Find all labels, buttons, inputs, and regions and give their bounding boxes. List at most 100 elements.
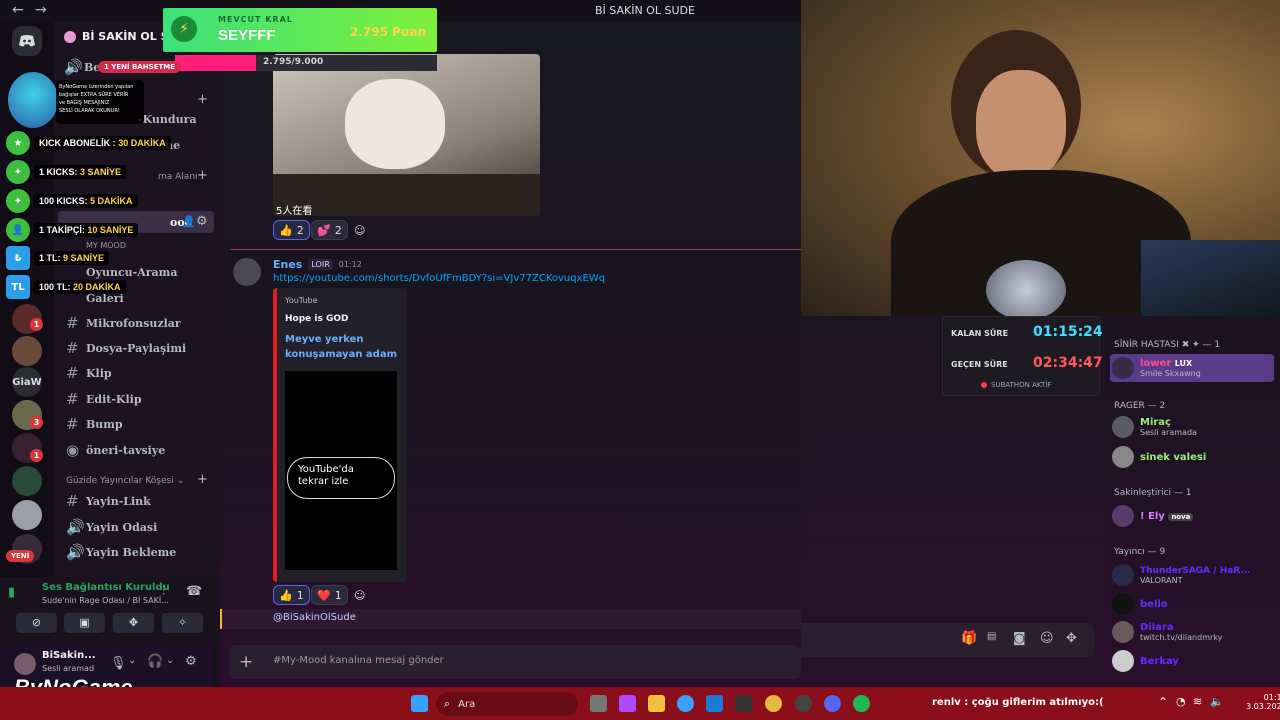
gear-icon[interactable]: ⚙ (185, 654, 197, 669)
username[interactable]: BiSakin... (42, 650, 96, 661)
channel-edit-klip[interactable]: # Edit-Klip (66, 388, 142, 410)
member-lower[interactable]: lower LUX Smile Skxawng (1112, 357, 1201, 379)
network-icon[interactable]: ◔ (1176, 695, 1186, 708)
member-ely[interactable]: ! Ely nova (1112, 505, 1194, 527)
author-name[interactable]: Enes (273, 258, 302, 271)
message-composer: + #My-Mood kanalına mesaj gönder (229, 645, 801, 679)
noise-suppression-icon[interactable]: ⫶ (162, 584, 165, 599)
add-reaction-icon[interactable]: ☺ (349, 585, 370, 605)
store-icon[interactable] (735, 695, 752, 712)
member-yayinci[interactable]: Dilara twitch.tv/dilandmrky (1112, 621, 1222, 643)
member-sinek-valesi[interactable]: sinek valesi (1112, 446, 1206, 468)
voice-status[interactable]: Ses Bağlantısı Kuruldu (42, 582, 170, 593)
discord-icon[interactable] (824, 695, 841, 712)
avatar (1112, 505, 1134, 527)
reaction-heart[interactable]: ❤️ 1 (311, 585, 348, 605)
member-mirac[interactable]: Miraç Sesli aramada (1112, 416, 1197, 438)
gear-icon[interactable]: ⚙ (196, 214, 208, 229)
spotify-icon[interactable] (853, 695, 870, 712)
plus-icon[interactable]: + (239, 652, 253, 672)
server-icon[interactable] (12, 336, 42, 366)
chrome-icon[interactable] (765, 695, 782, 712)
tray-chevron-icon[interactable]: ⌃ (1158, 695, 1168, 709)
member-yayinci[interactable]: Berkay (1112, 650, 1179, 672)
cat-face-shape (345, 79, 445, 169)
emoji-icon[interactable]: ☺ (1040, 631, 1054, 646)
category-partial[interactable]: ma Alanı (158, 172, 198, 182)
screen-share-button[interactable]: ▣ (64, 613, 105, 633)
microphone-icon[interactable]: 🎙 (110, 656, 127, 671)
new-mentions-badge[interactable]: 1 YENİ BAHSETME (98, 61, 182, 73)
gif-icon[interactable]: ▤ (987, 631, 996, 642)
camera-off-button[interactable]: ⊘ (16, 613, 57, 633)
lira-icon: TL (6, 275, 30, 299)
back-arrow-icon[interactable]: ← (12, 2, 24, 18)
server-icon[interactable] (12, 466, 42, 496)
task-view-icon[interactable] (590, 695, 607, 712)
gift-icon[interactable]: 🎁 (961, 631, 977, 646)
channel-oneri-tavsiye[interactable]: ◉ öneri-tavsiye (66, 439, 165, 461)
composer-toolbar: 🎁 ▤ ◙ ☺ ✥ (801, 623, 1094, 657)
reaction-hearts[interactable]: 💕 2 (311, 220, 348, 240)
channel-mikrofonsuzlar[interactable]: # Mikrofonsuzlar (66, 312, 181, 334)
video-thumbnail[interactable]: YouTube'da tekrar izle (285, 371, 397, 570)
app-icon[interactable] (619, 695, 636, 712)
channel-yayin-bekleme[interactable]: 🔊 Yayin Bekleme (66, 541, 176, 563)
chevron-down-icon[interactable]: ⌄ (166, 655, 174, 666)
message-input[interactable]: #My-Mood kanalına mesaj gönder (273, 655, 444, 666)
avatar[interactable] (14, 653, 36, 675)
headphones-icon[interactable]: 🎧 (147, 654, 163, 669)
apps-icon[interactable]: ✥ (1066, 631, 1077, 646)
embed-author[interactable]: Hope is GOD (285, 314, 348, 324)
edge-icon[interactable] (677, 695, 694, 712)
embed-provider: YouTube (285, 296, 318, 305)
voice-channel-name[interactable]: Sude'nin Rage Odası / Bİ SAKİ... (42, 596, 169, 605)
windows-start-icon[interactable] (411, 695, 428, 712)
chevron-down-icon[interactable]: ⌄ (128, 655, 136, 666)
channel-yayin-odasi[interactable]: 🔊 Yayin Odasi (66, 516, 157, 538)
discord-home-icon[interactable] (12, 26, 42, 56)
message-mention[interactable]: @BiSakinOlSude (273, 612, 356, 623)
cat-image[interactable]: 5人在看 (273, 54, 540, 216)
forum-icon: ◉ (66, 441, 80, 459)
reaction-thumbs-up[interactable]: 👍 1 (273, 585, 310, 605)
channel-bump[interactable]: # Bump (66, 413, 123, 435)
remaining-time: 01:15:24 (1033, 324, 1103, 340)
add-reaction-icon[interactable]: ☺ (349, 220, 370, 240)
signal-icon[interactable]: ▮ (8, 585, 15, 600)
activities-button[interactable]: ✥ (113, 613, 154, 633)
channel-dosya-paylasimi[interactable]: # Dosya-Paylaşimi (66, 337, 186, 359)
channel-kundura[interactable]: -Kundura (138, 108, 197, 130)
mail-icon[interactable] (706, 695, 723, 712)
add-channel-icon[interactable]: + (197, 92, 208, 107)
youtube-rewatch-button[interactable]: YouTube'da tekrar izle (287, 457, 395, 499)
obs-icon[interactable] (795, 695, 812, 712)
member-yayinci[interactable]: ThunderSAGA / HaR... VALORANT (1112, 564, 1251, 586)
disconnect-icon[interactable]: ☎ (186, 584, 202, 599)
status-dot (981, 382, 987, 388)
add-channel-icon[interactable]: + (197, 472, 208, 487)
member-yayinci[interactable]: bello (1112, 593, 1168, 615)
channel-klip[interactable]: # Klip (66, 362, 112, 384)
speaker-icon: 🔊 (64, 58, 83, 76)
channel-yayin-link[interactable]: # Yayin-Link (66, 490, 151, 512)
sticker-icon[interactable]: ◙ (1013, 631, 1026, 646)
embed-title[interactable]: Meyve yerken konuşamayan adam (285, 332, 400, 362)
server-giaw[interactable]: GiaW (12, 367, 42, 397)
avatar[interactable] (233, 258, 261, 286)
wifi-icon[interactable]: ≋ (1193, 695, 1202, 708)
forward-arrow-icon[interactable]: → (35, 2, 47, 18)
clock[interactable]: 01:133.03.2026 (1246, 693, 1280, 711)
member-group-title: RAGER — 2 (1114, 401, 1166, 411)
invite-icon[interactable]: 👤 (182, 215, 196, 228)
reaction-thumbs-up[interactable]: 👍 2 (273, 220, 310, 240)
author-tag: LOIR (308, 259, 333, 270)
taskbar-search[interactable]: ⌕ Ara (436, 692, 578, 716)
category-guzide[interactable]: Güzide Yayıncılar Köşesi ⌄ (66, 476, 184, 486)
message-link[interactable]: https://youtube.com/shorts/DvfoUfFmBDY?s… (273, 273, 605, 284)
add-channel-icon[interactable]: + (197, 168, 208, 183)
volume-icon[interactable]: 🔈 (1210, 695, 1224, 708)
file-explorer-icon[interactable] (648, 695, 665, 712)
server-icon[interactable] (12, 500, 42, 530)
soundboard-button[interactable]: ✧ (162, 613, 203, 633)
